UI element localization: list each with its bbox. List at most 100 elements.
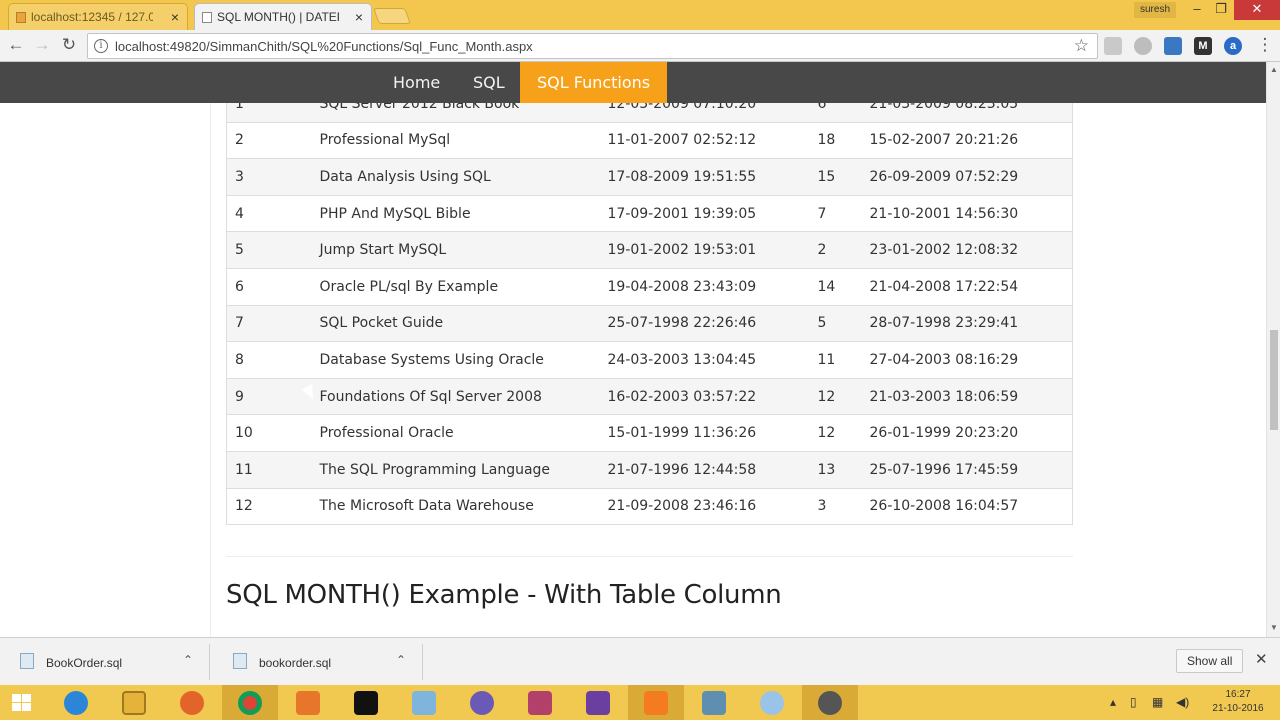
taskbar-visual-studio[interactable] [570, 685, 626, 720]
scroll-down-icon[interactable]: ▼ [1270, 623, 1278, 632]
taskbar-ssms[interactable] [454, 685, 510, 720]
download-item[interactable]: BookOrder.sql ⌃ [0, 644, 210, 680]
device-icon[interactable]: ▯ [1130, 695, 1137, 709]
tab-phpmyadmin[interactable]: localhost:12345 / 127.0.0. × [8, 3, 188, 30]
delivery-days-cell: 14 [809, 267, 862, 306]
delivery-days-cell: 13 [809, 450, 862, 489]
taskbar-cmd[interactable] [338, 685, 394, 720]
new-tab-button[interactable] [373, 8, 411, 24]
taskbar-window[interactable] [686, 685, 742, 720]
extension-cloud-icon[interactable] [1104, 37, 1122, 55]
order-date-cell: 19-04-2008 23:43:09 [599, 267, 810, 306]
row-id-cell: 5 [226, 231, 312, 269]
left-gutter [0, 103, 211, 637]
delivery-date-cell: 27-04-2003 08:16:29 [861, 341, 1073, 379]
page-scrollbar[interactable]: ▲ ▼ [1266, 62, 1280, 637]
forward-arrow-icon[interactable]: → [31, 35, 53, 57]
book-orders-table: 1 SQL Server 2012 Black Book 12-03-2009 07… [226, 103, 1073, 526]
taskbar-chrome[interactable] [222, 685, 278, 720]
taskbar-sql[interactable] [512, 685, 568, 720]
row-id-cell: 10 [226, 414, 312, 452]
clock-time: 16:27 [1225, 689, 1251, 700]
delivery-days-cell: 12 [809, 377, 862, 415]
order-date-cell: 11-01-2007 02:52:12 [599, 121, 810, 159]
nav-home[interactable]: Home [376, 62, 457, 103]
network-icon[interactable]: ▦ [1152, 695, 1163, 709]
firefox-icon [180, 691, 204, 715]
window-close-button[interactable]: ✕ [1234, 0, 1280, 20]
delivery-date-cell: 26-01-1999 20:23:20 [861, 414, 1073, 452]
page-content: 1 SQL Server 2012 Black Book 12-03-2009 07… [0, 103, 1266, 637]
infinity-icon [470, 691, 494, 715]
taskbar-ie[interactable] [48, 685, 104, 720]
back-arrow-icon[interactable]: ← [5, 35, 27, 57]
order-date-cell: 12-03-2009 07:10:20 [599, 103, 810, 123]
table-row: 10 Professional Oracle 15-01-1999 11:36:26… [226, 414, 1073, 452]
taskbar-explorer[interactable] [106, 685, 162, 720]
download-item[interactable]: bookorder.sql ⌃ [213, 644, 423, 680]
volume-icon[interactable]: ◀) [1176, 695, 1189, 709]
reload-icon[interactable]: ↻ [58, 35, 80, 57]
notepad-icon [412, 691, 436, 715]
delivery-days-cell: 2 [809, 231, 862, 269]
order-date-cell: 21-09-2008 23:46:16 [599, 487, 810, 525]
taskbar-notepad[interactable] [396, 685, 452, 720]
taskbar-xampp[interactable] [628, 685, 684, 720]
browser-toolbar: ← → ↻ i localhost:49820/SimmanChith/SQL%… [0, 30, 1280, 62]
visual-studio-icon [586, 691, 610, 715]
folder-icon [122, 691, 146, 715]
chevron-up-icon[interactable]: ⌃ [183, 653, 193, 667]
menu-kebab-icon[interactable]: ⋮ [1254, 35, 1276, 57]
chevron-up-icon[interactable]: ⌃ [396, 653, 406, 667]
taskbar-firefox[interactable] [164, 685, 220, 720]
show-all-button[interactable]: Show all [1176, 649, 1244, 673]
close-tab-icon[interactable]: × [171, 9, 179, 25]
extension-a-icon[interactable]: a [1224, 37, 1242, 55]
taskbar-camtasia[interactable] [802, 685, 858, 720]
window-app-icon [702, 691, 726, 715]
delivery-days-cell: 5 [809, 304, 862, 342]
row-id-cell: 1 [226, 103, 312, 123]
close-shelf-icon[interactable]: ✕ [1255, 650, 1268, 668]
info-icon[interactable]: i [94, 39, 108, 53]
address-bar[interactable]: i localhost:49820/SimmanChith/SQL%20Func… [87, 33, 1098, 59]
system-clock[interactable]: 16:27 21-10-2016 [1208, 688, 1268, 716]
download-filename[interactable]: BookOrder.sql [46, 656, 122, 670]
order-date-cell: 19-01-2002 19:53:01 [599, 231, 810, 269]
row-id-cell: 11 [226, 450, 312, 489]
nav-sql-functions[interactable]: SQL Functions [520, 62, 668, 103]
start-button[interactable] [0, 685, 46, 720]
profile-user-badge[interactable]: suresh [1134, 2, 1177, 18]
extension-chart-icon[interactable] [1164, 37, 1182, 55]
clock-date: 21-10-2016 [1212, 703, 1264, 714]
order-date-cell: 15-01-1999 11:36:26 [599, 414, 810, 452]
section-divider [226, 556, 1073, 557]
nav-sql[interactable]: SQL [456, 62, 522, 103]
book-name-cell: PHP And MySQL Bible [311, 194, 600, 232]
film-reel-icon [818, 691, 842, 715]
maximize-button[interactable]: ❐ [1208, 0, 1234, 20]
show-hidden-icons-icon[interactable]: ▴ [1110, 695, 1116, 709]
url-text[interactable]: localhost:49820/SimmanChith/SQL%20Functi… [115, 39, 533, 54]
download-filename[interactable]: bookorder.sql [259, 656, 331, 670]
delivery-date-cell: 26-10-2008 16:04:57 [861, 487, 1073, 525]
bookmark-star-icon[interactable]: ☆ [1074, 36, 1089, 56]
minimize-button[interactable]: – [1184, 0, 1210, 20]
delivery-date-cell: 28-07-1998 23:29:41 [861, 304, 1073, 342]
extension-gear-icon[interactable] [1134, 37, 1152, 55]
close-tab-icon[interactable]: × [355, 9, 363, 25]
tab-title: localhost:12345 / 127.0.0. [31, 10, 153, 24]
row-id-cell: 4 [226, 194, 312, 232]
delivery-date-cell: 21-03-2003 18:06:59 [861, 377, 1073, 415]
delivery-days-cell: 12 [809, 414, 862, 452]
taskbar-paint[interactable] [744, 685, 800, 720]
table-row: 9 Foundations Of Sql Server 2008 16-02-200… [226, 377, 1073, 415]
scroll-up-icon[interactable]: ▲ [1270, 65, 1278, 74]
table-row: 3 Data Analysis Using SQL 17-08-2009 19:51… [226, 158, 1073, 196]
book-name-cell: The SQL Programming Language [311, 450, 600, 489]
extension-m-icon[interactable]: M [1194, 37, 1212, 55]
scroll-thumb[interactable] [1270, 330, 1278, 430]
tab-sql-month[interactable]: SQL MONTH() | DATEPA × [194, 3, 372, 30]
phpmyadmin-favicon-icon [16, 12, 26, 23]
taskbar-media[interactable] [280, 685, 336, 720]
